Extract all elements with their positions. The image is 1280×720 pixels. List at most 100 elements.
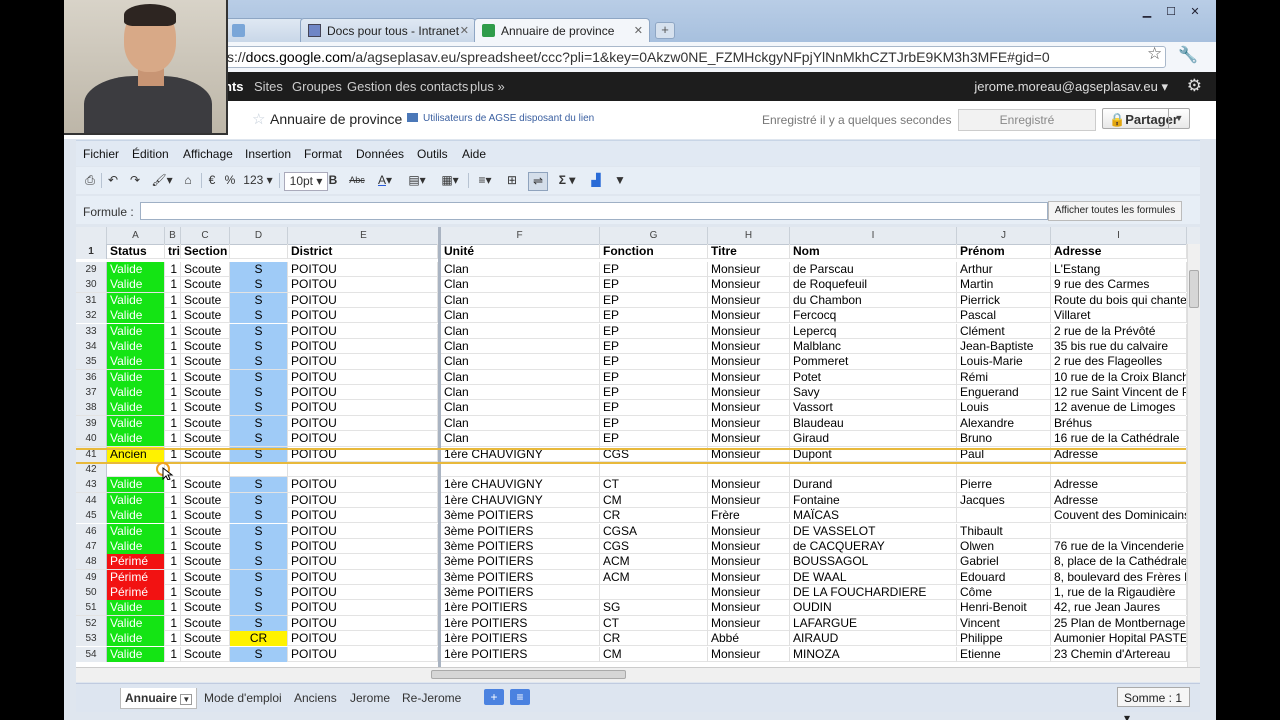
row-number[interactable]: 31 bbox=[76, 292, 107, 308]
unite-cell[interactable]: 1ère POITIERS bbox=[441, 646, 600, 662]
titre-cell[interactable]: Monsieur bbox=[708, 354, 790, 370]
district-cell[interactable]: POITOU bbox=[288, 400, 438, 416]
percent-button[interactable]: % bbox=[224, 172, 236, 189]
column-header-k[interactable]: I bbox=[1051, 227, 1187, 244]
nom-cell[interactable]: DE WAAL bbox=[790, 569, 957, 585]
fonction-cell[interactable]: EP bbox=[600, 431, 708, 447]
nom-cell[interactable]: du Chambon bbox=[790, 292, 957, 308]
type-cell[interactable]: S bbox=[230, 354, 288, 370]
tri-cell[interactable]: 1 bbox=[165, 354, 181, 370]
district-cell[interactable]: POITOU bbox=[288, 492, 438, 508]
unite-cell[interactable]: Clan bbox=[441, 262, 600, 277]
section-cell[interactable]: Scoute bbox=[181, 585, 230, 600]
status-cell[interactable]: Valide bbox=[107, 323, 165, 339]
adresse-cell[interactable]: 1, rue de la Rigaudière bbox=[1051, 585, 1187, 600]
fonction-cell[interactable] bbox=[600, 585, 708, 600]
unite-cell[interactable]: 3ème POITIERS bbox=[441, 554, 600, 570]
header-status-cell[interactable]: Status bbox=[107, 244, 165, 259]
type-cell[interactable]: S bbox=[230, 646, 288, 662]
nom-cell[interactable]: de CACQUERAY bbox=[790, 538, 957, 554]
status-cell[interactable]: Valide bbox=[107, 338, 165, 354]
section-cell[interactable]: Scoute bbox=[181, 431, 230, 447]
menu-donnees[interactable]: Données bbox=[356, 147, 404, 161]
row-number[interactable]: 45 bbox=[76, 508, 107, 524]
section-cell[interactable]: Scoute bbox=[181, 554, 230, 570]
prenom-cell[interactable]: Pascal bbox=[957, 308, 1051, 324]
type-cell[interactable]: S bbox=[230, 431, 288, 447]
status-cell[interactable]: Valide bbox=[107, 523, 165, 539]
horizontal-scroll-thumb[interactable] bbox=[431, 670, 626, 679]
type-cell[interactable]: S bbox=[230, 415, 288, 431]
titre-cell[interactable]: Monsieur bbox=[708, 477, 790, 493]
gbar-link-contacts[interactable]: Gestion des contacts bbox=[347, 79, 468, 94]
adresse-cell[interactable]: Adresse bbox=[1051, 492, 1187, 508]
section-cell[interactable]: Scoute bbox=[181, 338, 230, 354]
sheet-tab-jerome[interactable]: Jerome bbox=[346, 688, 394, 708]
menu-aide[interactable]: Aide bbox=[462, 147, 486, 161]
adresse-cell[interactable]: Aumonier Hopital PASTE bbox=[1051, 631, 1187, 647]
adresse-cell[interactable]: Route du bois qui chante bbox=[1051, 292, 1187, 308]
column-header-a[interactable]: A bbox=[107, 227, 165, 244]
star-icon[interactable]: ☆ bbox=[252, 110, 265, 128]
font-size-dropdown[interactable]: 10pt ▾ bbox=[284, 172, 328, 191]
prenom-cell[interactable]: Louis-Marie bbox=[957, 354, 1051, 370]
row-number[interactable]: 49 bbox=[76, 569, 107, 585]
tri-cell[interactable]: 1 bbox=[165, 338, 181, 354]
type-cell[interactable]: S bbox=[230, 262, 288, 277]
district-cell[interactable]: POITOU bbox=[288, 523, 438, 539]
district-cell[interactable]: POITOU bbox=[288, 569, 438, 585]
district-cell[interactable]: POITOU bbox=[288, 538, 438, 554]
formula-input[interactable] bbox=[140, 202, 1048, 220]
adresse-cell[interactable]: 76 rue de la Vincenderie bbox=[1051, 538, 1187, 554]
titre-cell[interactable]: Monsieur bbox=[708, 554, 790, 570]
tri-cell[interactable]: 1 bbox=[165, 538, 181, 554]
district-cell[interactable]: POITOU bbox=[288, 446, 438, 462]
row-number[interactable]: 29 bbox=[76, 262, 107, 277]
share-info[interactable]: Utilisateurs de AGSE disposant du lien bbox=[407, 113, 594, 124]
type-cell[interactable]: S bbox=[230, 523, 288, 539]
row-number[interactable]: 44 bbox=[76, 492, 107, 508]
prenom-cell[interactable]: Pierre bbox=[957, 477, 1051, 493]
bookmark-star-icon[interactable]: ☆ bbox=[1147, 44, 1162, 64]
wrap-text-icon[interactable]: ⇌ bbox=[528, 172, 548, 191]
unite-cell[interactable]: Clan bbox=[441, 354, 600, 370]
close-window-icon[interactable]: ✕ bbox=[1184, 5, 1206, 19]
tri-cell[interactable]: 1 bbox=[165, 369, 181, 385]
section-cell[interactable]: Scoute bbox=[181, 400, 230, 416]
new-tab-button[interactable]: + bbox=[655, 22, 675, 39]
row-number[interactable]: 52 bbox=[76, 615, 107, 631]
nom-cell[interactable]: Dupont bbox=[790, 446, 957, 462]
titre-cell[interactable]: Monsieur bbox=[708, 292, 790, 308]
nom-cell[interactable]: OUDIN bbox=[790, 600, 957, 616]
titre-cell[interactable]: Monsieur bbox=[708, 446, 790, 462]
filter-icon[interactable]: ▼ bbox=[612, 172, 628, 189]
district-cell[interactable]: POITOU bbox=[288, 415, 438, 431]
gbar-link-plus[interactable]: plus » bbox=[470, 79, 505, 94]
prenom-cell[interactable]: Pierrick bbox=[957, 292, 1051, 308]
column-header-b[interactable]: B bbox=[165, 227, 181, 244]
tri-cell[interactable]: 1 bbox=[165, 585, 181, 600]
tri-cell[interactable]: 1 bbox=[165, 631, 181, 647]
functions-dropdown[interactable]: Σ ▾ bbox=[554, 172, 580, 189]
fonction-cell[interactable]: CGS bbox=[600, 446, 708, 462]
district-cell[interactable] bbox=[288, 461, 438, 477]
type-cell[interactable]: S bbox=[230, 385, 288, 400]
tri-cell[interactable]: 1 bbox=[165, 400, 181, 416]
nom-cell[interactable]: Potet bbox=[790, 369, 957, 385]
unite-cell[interactable]: 1ère POITIERS bbox=[441, 631, 600, 647]
paint-format-icon[interactable]: 🖌▾ bbox=[150, 172, 174, 189]
prenom-cell[interactable]: Gabriel bbox=[957, 554, 1051, 570]
type-cell[interactable]: S bbox=[230, 554, 288, 570]
row-number[interactable]: 47 bbox=[76, 538, 107, 554]
type-cell[interactable]: S bbox=[230, 492, 288, 508]
adresse-cell[interactable]: Couvent des Dominicains bbox=[1051, 508, 1187, 524]
district-cell[interactable]: POITOU bbox=[288, 631, 438, 647]
unite-cell[interactable]: 1ère CHAUVIGNY bbox=[441, 477, 600, 493]
district-cell[interactable]: POITOU bbox=[288, 600, 438, 616]
row-number[interactable]: 48 bbox=[76, 554, 107, 570]
section-cell[interactable]: Scoute bbox=[181, 385, 230, 400]
fonction-cell[interactable]: CM bbox=[600, 492, 708, 508]
type-cell[interactable]: S bbox=[230, 538, 288, 554]
type-cell[interactable]: S bbox=[230, 308, 288, 324]
adresse-cell[interactable]: 12 avenue de Limoges bbox=[1051, 400, 1187, 416]
